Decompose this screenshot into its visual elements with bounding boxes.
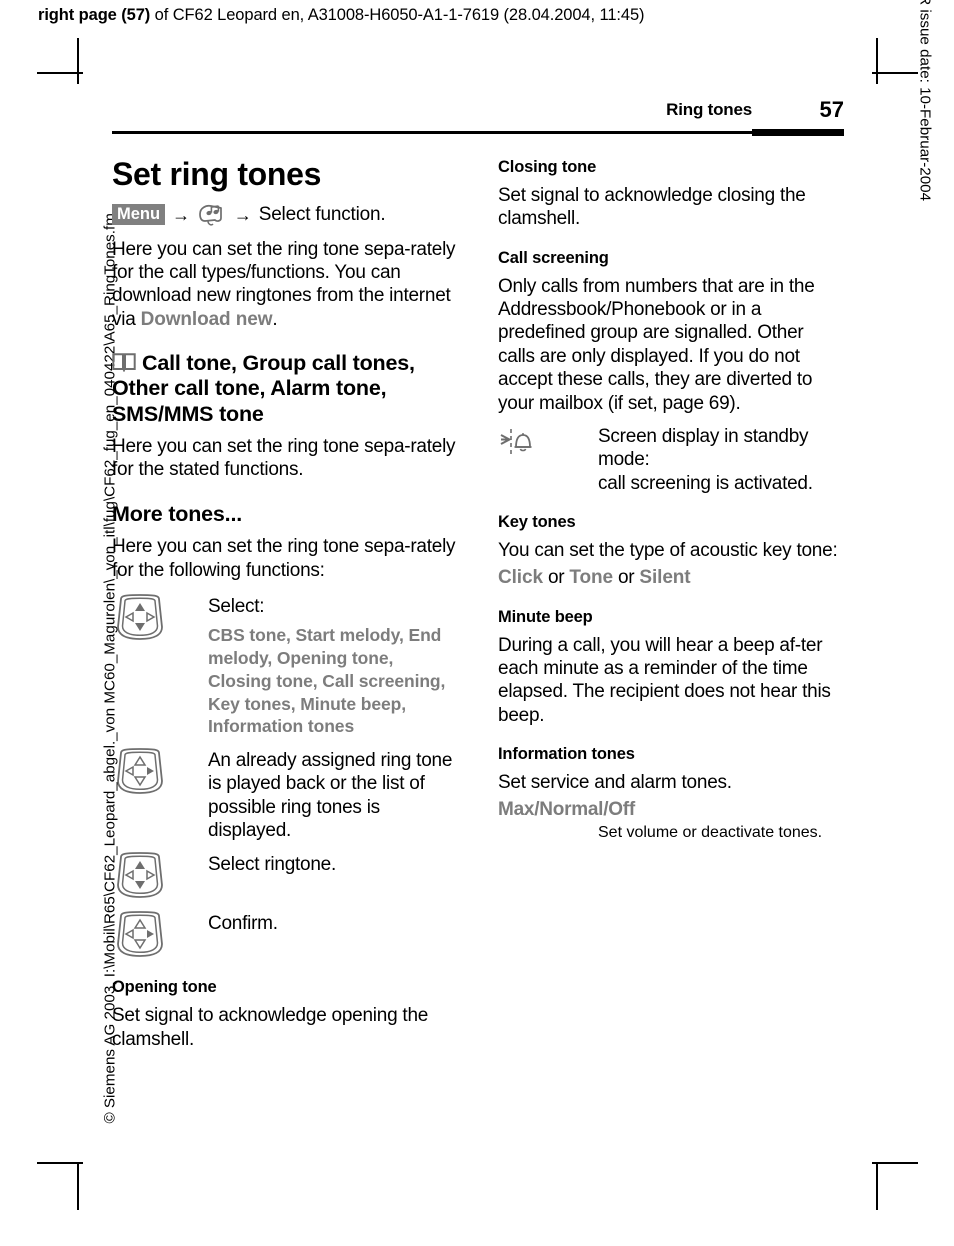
menu-button-chip[interactable]: Menu xyxy=(112,203,166,226)
download-new-ui-string: Download new xyxy=(140,308,273,330)
instruction-row: Select: CBS tone, Start melody, End melo… xyxy=(112,592,458,738)
section1-body: Here you can set the ring tone sepa-rate… xyxy=(112,436,456,481)
closing-tone-body: Set signal to acknowledge closing the cl… xyxy=(498,185,806,230)
instruction-row-text: Select ringtone. xyxy=(208,854,337,876)
two-column-layout: Set ring tones Menu → → Select function.… xyxy=(112,156,844,1061)
section-heading-calltone-label: Call tone, Group call tones, Other call … xyxy=(112,351,415,426)
subheading-opening-tone: Opening tone xyxy=(112,978,217,997)
subheading-closing-tone: Closing tone xyxy=(498,158,597,176)
instruction-row: Select ringtone. xyxy=(112,850,458,901)
page-content: Ring tones 57 Set ring tones Menu → → Se… xyxy=(112,97,844,1061)
crop-mark-top-left-h xyxy=(37,72,83,74)
note-row-call-screening: Screen display in standby mode: call scr… xyxy=(498,425,844,495)
main-heading: Set ring tones xyxy=(112,156,322,192)
section-heading-moretones: More tones... xyxy=(112,501,243,526)
ring-tone-icon xyxy=(197,202,227,228)
intro-text-b: . xyxy=(272,308,278,330)
header-rule xyxy=(112,131,844,134)
book-icon xyxy=(112,352,136,373)
crop-mark-top-right-v xyxy=(876,38,878,84)
key-tone-sep-1: or xyxy=(542,567,570,589)
instruction-row: Confirm. xyxy=(112,909,458,960)
information-tones-option-row: Set volume or deactivate tones. xyxy=(498,824,844,842)
right-margin-caption: VAR Language: English; VAR issue date: 1… xyxy=(916,0,934,202)
page-number: 57 xyxy=(819,97,844,122)
bell-mute-icon xyxy=(498,425,598,458)
instruction-row: An already assigned ring tone is played … xyxy=(112,746,458,842)
key-tone-option-silent: Silent xyxy=(639,567,691,589)
nav-key-right-icon xyxy=(112,746,208,797)
opening-tone-body: Set signal to acknowledge opening the cl… xyxy=(112,1005,429,1050)
subheading-minute-beep: Minute beep xyxy=(498,607,593,626)
nav-key-updown-icon xyxy=(112,592,208,643)
key-tone-option-tone: Tone xyxy=(569,567,613,589)
key-tones-options: Click or Tone or Silent xyxy=(498,566,844,589)
menu-path: Menu → → Select function. xyxy=(112,202,458,228)
nav-key-right-icon xyxy=(112,909,208,960)
instruction-row-label: Select: xyxy=(208,595,265,617)
key-tones-body: You can set the type of acoustic key ton… xyxy=(498,539,838,561)
subheading-call-screening: Call screening xyxy=(498,248,609,267)
crop-mark-top-left-v xyxy=(77,38,79,84)
left-column: Set ring tones Menu → → Select function.… xyxy=(112,156,458,1061)
menu-path-action: Select function. xyxy=(258,203,386,225)
call-screening-body: Only calls from numbers that are in the … xyxy=(498,275,815,414)
section2-body: Here you can set the ring tone sepa-rate… xyxy=(112,536,456,581)
arrow-right-icon-1: → xyxy=(172,204,190,225)
right-column: Closing tone Set signal to acknowledge c… xyxy=(498,158,844,1061)
note-row-text: Screen display in standby mode: call scr… xyxy=(598,425,813,494)
instruction-row-text: Select: CBS tone, Start melody, End melo… xyxy=(208,592,458,738)
document-header-rest: of CF62 Leopard en, A31008-H6050-A1-1-76… xyxy=(150,6,645,24)
information-tones-options: Max/Normal/Off xyxy=(498,799,635,821)
information-tones-option-desc: Set volume or deactivate tones. xyxy=(598,823,823,841)
crop-mark-bottom-left-h xyxy=(37,1162,83,1164)
document-header: right page (57) of CF62 Leopard en, A310… xyxy=(38,6,645,25)
crop-mark-bottom-right-h xyxy=(872,1162,918,1164)
instruction-row-ui-list: CBS tone, Start melody, End melody, Open… xyxy=(208,625,446,737)
subheading-information-tones: Information tones xyxy=(498,745,635,764)
information-tones-body: Set service and alarm tones. xyxy=(498,772,732,794)
subheading-key-tones: Key tones xyxy=(498,512,576,531)
document-header-bold: right page (57) xyxy=(38,6,151,24)
header-rule-accent xyxy=(752,129,844,136)
intro-paragraph: Here you can set the ring tone sepa-rate… xyxy=(112,238,458,331)
key-tone-sep-2: or xyxy=(612,567,640,589)
page-running-head: Ring tones 57 xyxy=(112,97,844,136)
crop-mark-top-right-h xyxy=(872,72,918,74)
crop-mark-bottom-left-v xyxy=(77,1164,79,1210)
section-heading-calltone: Call tone, Group call tones, Other call … xyxy=(112,351,458,427)
nav-key-updown-icon xyxy=(112,850,208,901)
minute-beep-body: During a call, you will hear a beep af-t… xyxy=(498,634,831,726)
page-title: Ring tones xyxy=(666,100,752,119)
instruction-row-text: Confirm. xyxy=(208,913,278,935)
key-tone-option-click: Click xyxy=(498,567,543,589)
instruction-row-text: An already assigned ring tone is played … xyxy=(208,750,453,842)
arrow-right-icon-2: → xyxy=(233,204,252,225)
crop-mark-bottom-right-v xyxy=(876,1164,878,1210)
